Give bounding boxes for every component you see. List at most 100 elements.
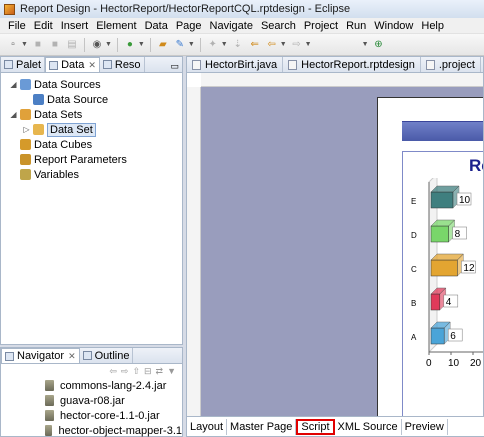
menu-file[interactable]: File — [4, 20, 30, 32]
last-edit-icon[interactable]: ⇐ — [248, 38, 262, 52]
jar-item[interactable]: hector-object-mapper-3.1 — [1, 423, 182, 437]
menu-element[interactable]: Element — [92, 20, 140, 32]
tab-layout[interactable]: Layout — [187, 418, 228, 435]
debug-dropdown-icon[interactable]: ▼ — [105, 41, 112, 48]
forward-dropdown-icon[interactable]: ▼ — [305, 41, 312, 48]
jar-label: commons-lang-2.4.jar — [60, 379, 167, 392]
report-editor: HectorBirt.java HectorReport.rptdesign .… — [186, 56, 484, 437]
perspective-dropdown-icon[interactable]: ▼ — [362, 41, 369, 48]
pin-icon[interactable]: ⊕ — [372, 38, 386, 52]
view-menu-icon[interactable]: ▼ — [167, 366, 176, 376]
menu-run[interactable]: Run — [342, 20, 370, 32]
run-icon[interactable]: ● — [123, 38, 137, 52]
up-icon[interactable]: ⇧ — [132, 366, 140, 377]
menu-project[interactable]: Project — [300, 20, 342, 32]
tab-project[interactable]: .project — [421, 57, 481, 72]
pencil-dropdown-icon[interactable]: ▼ — [188, 41, 195, 48]
expanded-arrow-icon[interactable]: ◢ — [9, 80, 18, 89]
collapse-all-icon[interactable]: ⊟ — [144, 366, 152, 377]
tree-item[interactable]: Data Source — [1, 92, 182, 107]
open-folder-icon[interactable]: ▰ — [156, 38, 170, 52]
tab-navigator[interactable]: Navigator ✕ — [1, 348, 80, 363]
tree-item[interactable]: ▷ Data Set — [1, 122, 182, 137]
data-label: 12 — [463, 263, 475, 274]
tree-item[interactable]: ◢ Data Sources — [1, 77, 182, 92]
close-icon[interactable]: ✕ — [88, 60, 96, 71]
category-label: B — [411, 299, 416, 308]
forward-icon[interactable]: ⇨ — [290, 38, 304, 52]
pencil-icon[interactable]: ✎ — [173, 38, 187, 52]
menu-edit[interactable]: Edit — [30, 20, 57, 32]
data-tree: ◢ Data Sources Data Source ◢ Data Sets ▷ Data … — [1, 73, 182, 182]
chart-element[interactable]: Re 6 A 4 B 12 C 8 D 10 E 0 10 20 — [402, 151, 483, 417]
tab-hector-report-rptdesign[interactable]: HectorReport.rptdesign — [283, 57, 421, 72]
back-icon[interactable]: ⇦ — [265, 38, 279, 52]
category-label: D — [411, 231, 417, 240]
horizontal-ruler — [201, 73, 483, 87]
save-icon[interactable]: ■ — [31, 38, 45, 52]
new-dropdown-icon[interactable]: ▼ — [21, 41, 28, 48]
close-icon[interactable]: ✕ — [68, 351, 76, 362]
java-file-icon — [192, 59, 201, 70]
collapsed-arrow-icon[interactable]: ▷ — [22, 125, 31, 134]
tab-palette[interactable]: Palet — [1, 57, 46, 72]
jar-item[interactable]: guava-r08.jar — [1, 393, 182, 408]
new-icon[interactable]: ▫ — [6, 38, 20, 52]
annotation-icon[interactable]: ✦ — [206, 38, 220, 52]
report-header-banner — [402, 121, 483, 141]
left-bottom-tabs: Navigator ✕ Outline — [1, 348, 182, 364]
save-as-icon[interactable]: ■ — [48, 38, 62, 52]
tab-outline[interactable]: Outline — [80, 348, 134, 363]
tree-item[interactable]: ◢ Data Sets — [1, 107, 182, 122]
menu-navigate[interactable]: Navigate — [206, 20, 257, 32]
chart-bar — [430, 259, 458, 277]
tab-resource-explorer[interactable]: Reso — [100, 57, 145, 72]
tree-item[interactable]: Data Cubes — [1, 137, 182, 152]
jar-item[interactable]: commons-lang-2.4.jar — [1, 378, 182, 393]
tree-item-label: Data Sets — [34, 108, 83, 121]
outline-icon — [82, 351, 92, 360]
expanded-arrow-icon[interactable]: ◢ — [9, 110, 18, 119]
jar-icon — [45, 380, 54, 391]
tab-hector-birt-java[interactable]: HectorBirt.java — [187, 57, 284, 72]
toolbar-separator — [116, 37, 118, 52]
jar-label: hector-object-mapper-3.1 — [58, 424, 182, 437]
tree-item-label: Variables — [34, 168, 80, 181]
tab-label: Data — [61, 59, 85, 71]
back-dropdown-icon[interactable]: ▼ — [280, 41, 287, 48]
menu-page[interactable]: Page — [172, 20, 206, 32]
next-annotation-icon[interactable]: ⇣ — [231, 38, 245, 52]
tree-item-icon — [20, 169, 31, 180]
jar-label: guava-r08.jar — [60, 394, 125, 407]
back-icon[interactable]: ⇦ — [109, 366, 117, 377]
report-page[interactable]: Re 6 A 4 B 12 C 8 D 10 E 0 10 20 — [377, 97, 483, 417]
tab-master-page[interactable]: Master Page — [227, 418, 297, 435]
minimize-icon[interactable]: ▭ — [170, 61, 182, 72]
debug-icon[interactable]: ◉ — [90, 38, 104, 52]
tab-preview[interactable]: Preview — [402, 418, 448, 435]
chart-bar — [430, 327, 445, 345]
tab-xml-source[interactable]: XML Source — [335, 418, 402, 435]
tree-item-icon — [33, 94, 44, 105]
jar-item[interactable]: hector-core-1.1-0.jar — [1, 408, 182, 423]
toolbar-separator — [199, 37, 201, 52]
menu-window[interactable]: Window — [370, 20, 417, 32]
print-icon[interactable]: ▤ — [65, 38, 79, 52]
tree-item[interactable]: Variables — [1, 167, 182, 182]
tree-item-icon — [20, 79, 31, 90]
link-editor-icon[interactable]: ⇄ — [156, 366, 164, 377]
menu-help[interactable]: Help — [417, 20, 448, 32]
layout-canvas[interactable]: Re 6 A 4 B 12 C 8 D 10 E 0 10 20 — [201, 87, 483, 417]
menu-search[interactable]: Search — [257, 20, 300, 32]
tree-item[interactable]: Report Parameters — [1, 152, 182, 167]
annotation-dropdown-icon[interactable]: ▼ — [221, 41, 228, 48]
jar-label: hector-core-1.1-0.jar — [60, 409, 160, 422]
title-bar: Report Design - HectorReport/HectorRepor… — [0, 0, 484, 18]
menu-data[interactable]: Data — [141, 20, 172, 32]
tab-data-explorer[interactable]: Data ✕ — [45, 57, 100, 72]
tab-script[interactable]: Script — [296, 418, 335, 435]
menu-insert[interactable]: Insert — [57, 20, 93, 32]
tree-item-label: Data Set — [47, 122, 96, 137]
run-dropdown-icon[interactable]: ▼ — [138, 41, 145, 48]
forward-icon[interactable]: ⇨ — [121, 366, 129, 377]
